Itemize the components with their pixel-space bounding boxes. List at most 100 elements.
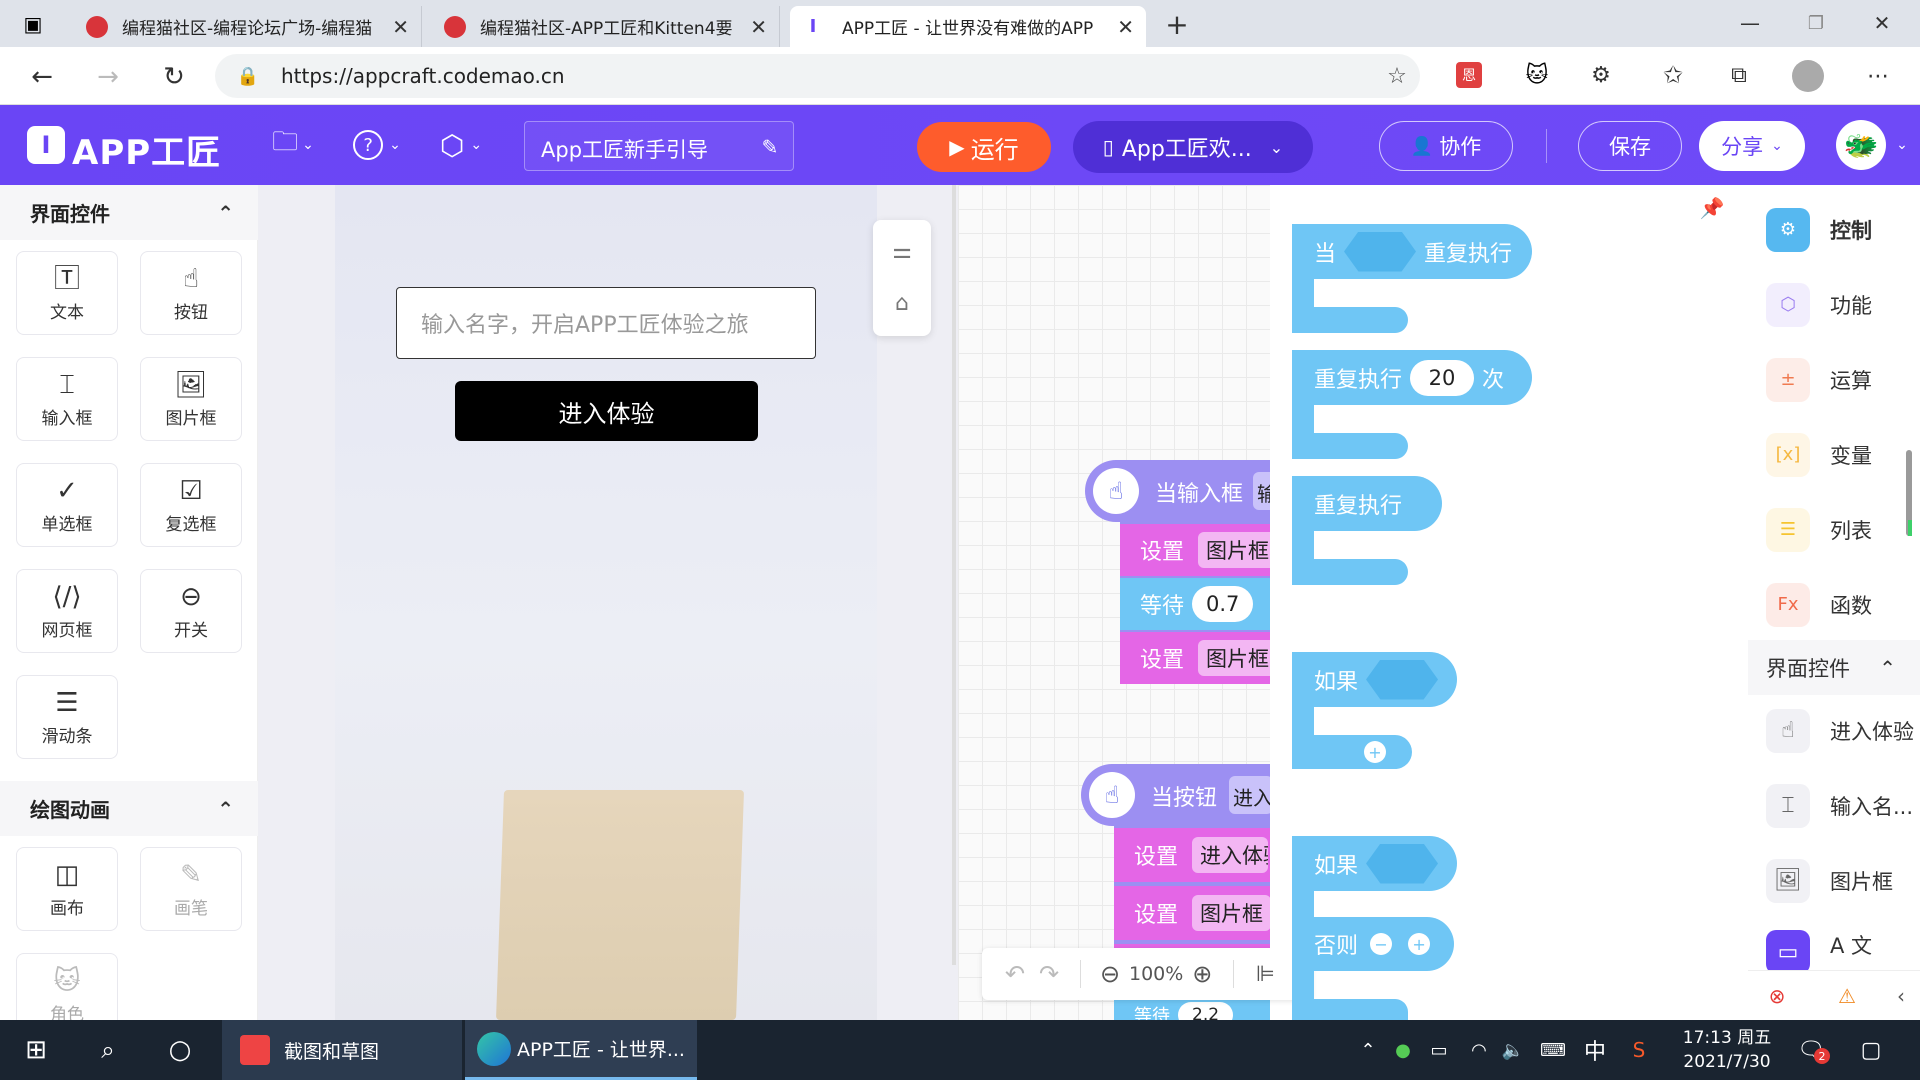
new-tab-button[interactable]: +	[1160, 8, 1194, 41]
extensions-icon[interactable]: ⚙	[1586, 60, 1616, 90]
ui-item-text[interactable]: ▭ A 文	[1748, 918, 1920, 970]
help-menu-button[interactable]: ? ⌄	[348, 127, 406, 163]
component-sprite[interactable]: 🐱 角色	[16, 953, 118, 1025]
category-operator[interactable]: ± 运算	[1748, 342, 1920, 417]
profile-icon[interactable]	[1792, 60, 1824, 92]
block-field[interactable]: 进入体验	[1192, 837, 1269, 873]
action-center-icon[interactable]: ▢	[1856, 1020, 1886, 1080]
component-switch[interactable]: ⊖ 开关	[140, 569, 242, 653]
set-block-2[interactable]: 设置 图片框	[1120, 632, 1278, 684]
palette-block-when-repeat[interactable]: 当 重复执行	[1292, 224, 1532, 279]
battery-icon[interactable]: ▭	[1426, 1020, 1452, 1080]
forward-icon[interactable]: →	[90, 59, 126, 95]
component-webview[interactable]: ⟨/⟩ 网页框	[16, 569, 118, 653]
minimize-icon[interactable]: —	[1730, 8, 1770, 38]
block-field[interactable]: 图片框	[1198, 532, 1278, 568]
warning-icon[interactable]: ⚠	[1834, 983, 1860, 1009]
settings-menu-button[interactable]: ⬡ ⌄	[432, 127, 490, 163]
close-window-icon[interactable]: ✕	[1862, 8, 1902, 38]
set-block-1[interactable]: 设置 图片框	[1120, 524, 1278, 576]
user-avatar[interactable]: 🐲	[1836, 120, 1886, 170]
wait-value[interactable]: 2.2	[1178, 1002, 1234, 1020]
reload-icon[interactable]: ↻	[156, 59, 192, 95]
close-tab-icon[interactable]: ✕	[1117, 15, 1134, 39]
close-tab-icon[interactable]: ✕	[392, 15, 409, 39]
event-block-input[interactable]: ☝ 当输入框 输	[1085, 460, 1283, 522]
store-icon[interactable]: ⌂	[887, 288, 917, 318]
edit-icon[interactable]: ✎	[757, 134, 783, 160]
add-branch-icon[interactable]: +	[1408, 933, 1431, 955]
draw-animation-header[interactable]: 绘图动画 ⌃	[0, 781, 258, 836]
extension-badge-icon[interactable]: 恩	[1456, 62, 1482, 88]
taskbar-app-snip[interactable]: 截图和草图	[222, 1020, 462, 1080]
block-field[interactable]: 图片框	[1192, 895, 1272, 931]
collections-icon[interactable]: ⧉	[1724, 60, 1754, 90]
project-name-box[interactable]: App工匠新手引导 ✎	[524, 121, 794, 171]
event-block-button[interactable]: ☝ 当按钮 进入	[1081, 764, 1273, 826]
tab-actions-icon[interactable]: ▣	[18, 10, 48, 38]
ui-item-input[interactable]: ⌶ 输入名...	[1748, 768, 1920, 843]
search-icon[interactable]: ⌕	[88, 1020, 128, 1080]
block-field[interactable]: 进入	[1229, 776, 1273, 814]
tray-app-icon[interactable]: ●	[1390, 1020, 1416, 1080]
error-icon[interactable]: ⊗	[1764, 983, 1790, 1009]
url-box[interactable]: 🔒 https://appcraft.codemao.cn ☆	[215, 54, 1420, 98]
preview-name-input[interactable]: 输入名字，开启APP工匠体验之旅	[396, 287, 816, 359]
restore-icon[interactable]: ❐	[1796, 8, 1836, 38]
set-block-3[interactable]: 设置进入体验	[1114, 828, 1270, 882]
screen-select[interactable]: ▯ App工匠欢... ⌄	[1073, 121, 1313, 173]
share-button[interactable]: 分享 ⌄	[1699, 121, 1805, 171]
pin-icon[interactable]: 📌	[1700, 193, 1725, 223]
component-slider[interactable]: ☰ 滑动条	[16, 675, 118, 759]
cortana-icon[interactable]: ○	[160, 1020, 200, 1080]
collaborate-button[interactable]: 👤 协作	[1379, 121, 1513, 171]
more-menu-icon[interactable]: ⋯	[1862, 60, 1894, 92]
component-canvas[interactable]: ◫ 画布	[16, 847, 118, 931]
wifi-icon[interactable]: ◠	[1466, 1020, 1492, 1080]
add-branch-icon[interactable]: +	[1364, 741, 1386, 763]
ui-item-enter[interactable]: ☝ 进入体验	[1748, 693, 1920, 768]
component-checkbox[interactable]: ☑ 复选框	[140, 463, 242, 547]
redo-icon[interactable]: ↷	[1032, 960, 1066, 988]
undo-icon[interactable]: ↶	[998, 960, 1032, 988]
url-text[interactable]: https://appcraft.codemao.cn	[281, 64, 565, 88]
add-favorite-icon[interactable]: ☆	[1383, 62, 1411, 90]
repeat-count[interactable]: 20	[1410, 359, 1475, 396]
chevron-down-icon[interactable]: ⌄	[1892, 135, 1912, 155]
category-ui-section[interactable]: 界面控件 ⌃	[1748, 640, 1920, 695]
category-list[interactable]: ☰ 列表	[1748, 492, 1920, 567]
file-menu-button[interactable]: 🗀 ⌄	[264, 127, 322, 163]
category-variable[interactable]: [x] 变量	[1748, 417, 1920, 492]
sogou-icon[interactable]: S	[1624, 1020, 1654, 1080]
zoom-in-icon[interactable]: ⊕	[1187, 960, 1217, 988]
close-tab-icon[interactable]: ✕	[750, 15, 767, 39]
extension-avatar-icon[interactable]: 🐱	[1522, 60, 1552, 90]
chevron-up-icon[interactable]: ⌃	[217, 201, 234, 225]
wait-block-1[interactable]: 等待 0.7	[1120, 578, 1270, 630]
browser-tab-2[interactable]: 编程猫社区-APP工匠和Kitten4要 ✕	[432, 6, 780, 47]
category-function[interactable]: ⬡ 功能	[1748, 267, 1920, 342]
category-control[interactable]: ⚙ 控制	[1748, 192, 1920, 267]
preview-enter-button[interactable]: 进入体验	[455, 381, 758, 441]
tray-chevron-icon[interactable]: ⌃	[1356, 1020, 1380, 1080]
remove-branch-icon[interactable]: −	[1370, 933, 1393, 955]
ime-indicator[interactable]: 中	[1580, 1020, 1610, 1080]
component-radio[interactable]: ✓ 单选框	[16, 463, 118, 547]
browser-tab-3-active[interactable]: I APP工匠 - 让世界没有难做的APP ✕	[790, 6, 1146, 47]
back-icon[interactable]: ←	[24, 59, 60, 95]
favorites-icon[interactable]: ✩	[1658, 60, 1688, 90]
set-block-4[interactable]: 设置 图片框	[1114, 886, 1272, 940]
properties-icon[interactable]: ⚌	[887, 236, 917, 266]
run-button[interactable]: ▶ 运行	[917, 122, 1051, 172]
panel-splitter[interactable]	[950, 185, 958, 965]
ui-item-image[interactable]: 🖼 图片框	[1748, 843, 1920, 918]
collapse-icon[interactable]: ‹	[1888, 983, 1914, 1009]
clock[interactable]: 17:13 周五 2021/7/30	[1672, 1020, 1782, 1080]
palette-block-repeat-times[interactable]: 重复执行 20 次	[1292, 350, 1532, 405]
component-pen[interactable]: ✎ 画笔	[140, 847, 242, 931]
windows-start-icon[interactable]: ⊞	[16, 1020, 56, 1080]
component-button[interactable]: ☝ 按钮	[140, 251, 242, 335]
component-text[interactable]: 🅃 文本	[16, 251, 118, 335]
save-button[interactable]: 保存	[1578, 121, 1682, 171]
taskbar-app-edge[interactable]: APP工匠 - 让世界...	[465, 1020, 697, 1080]
